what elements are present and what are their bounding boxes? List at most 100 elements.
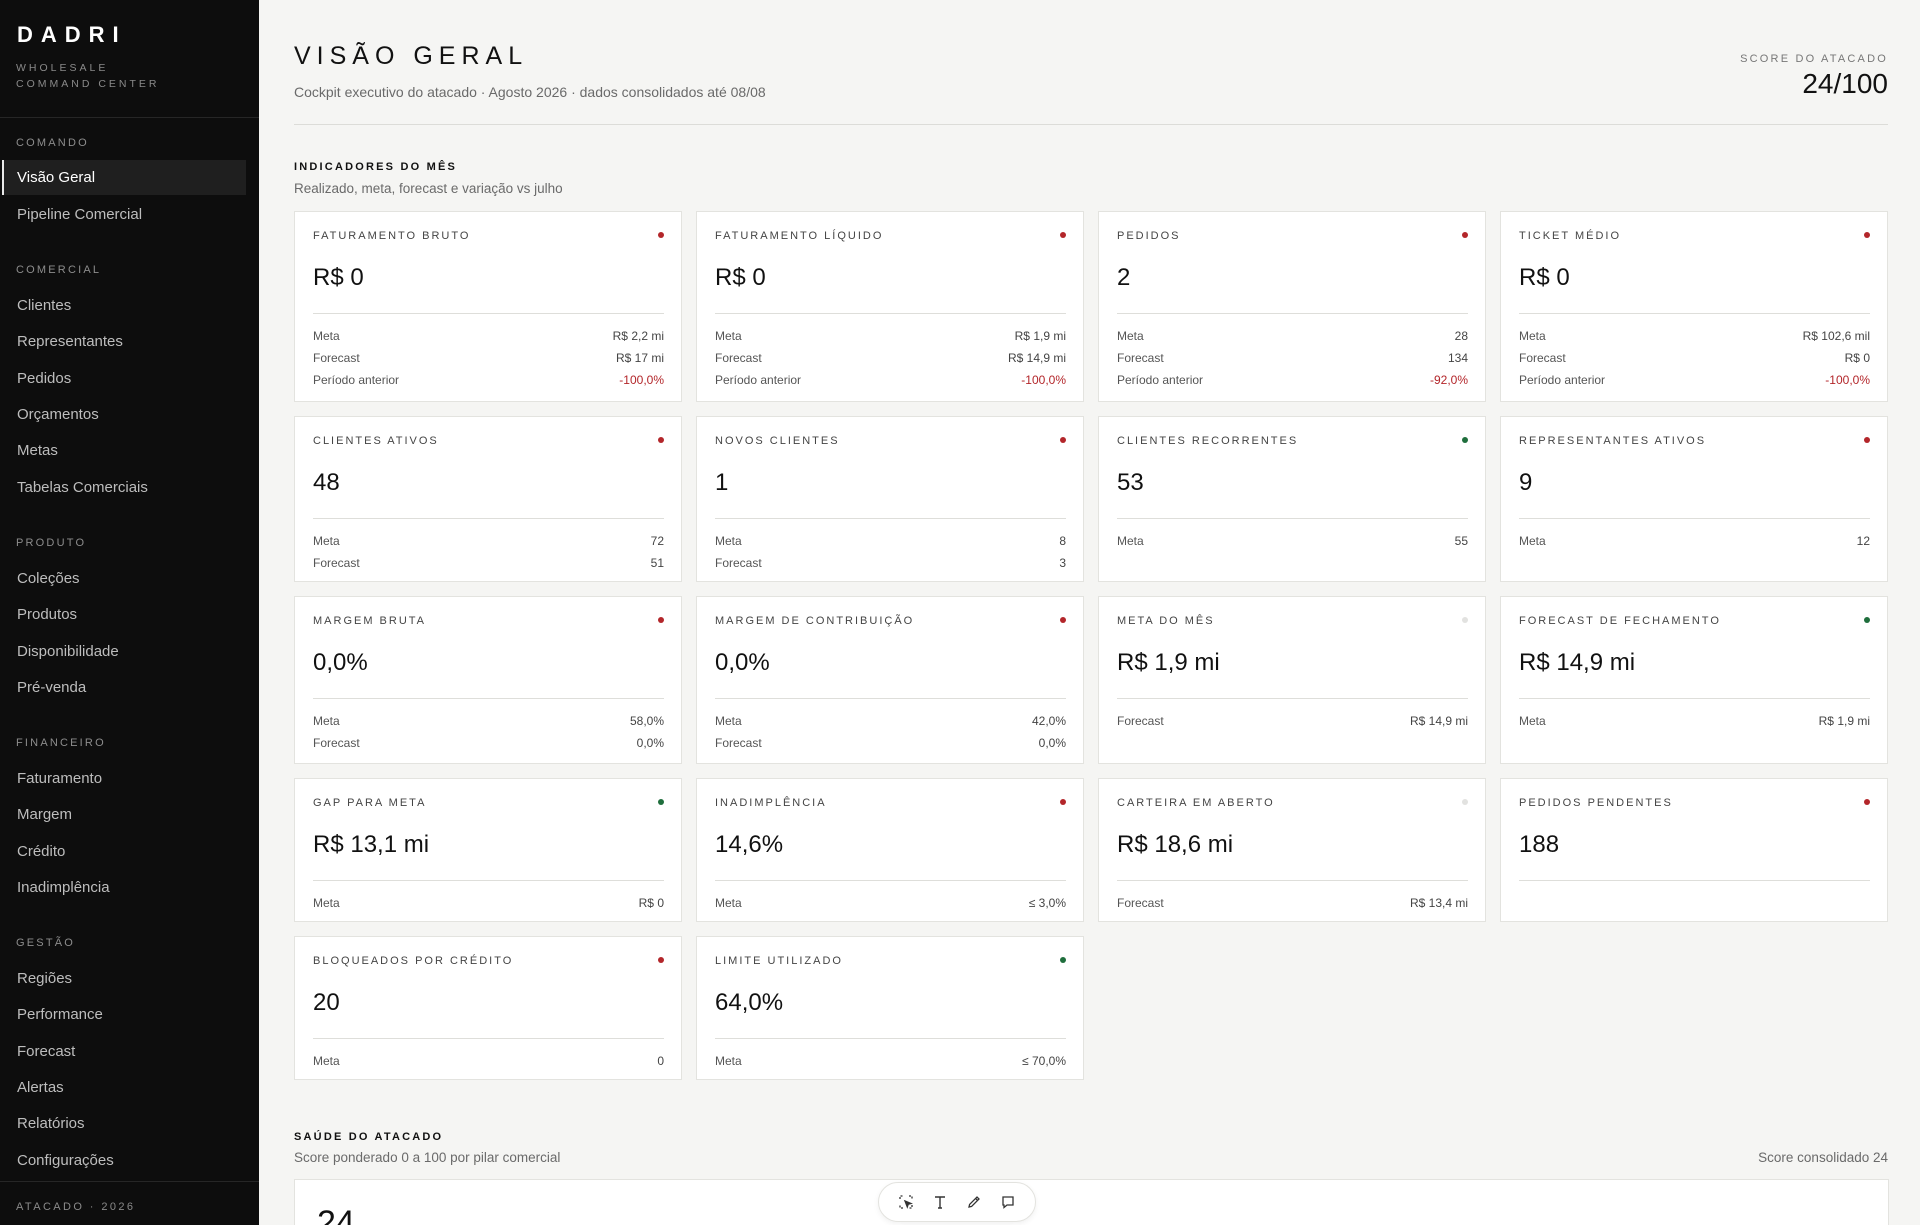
kpi-card[interactable]: TICKET MÉDIO R$ 0 Meta R$ 102,6 mil Forecast… <box>1500 211 1888 402</box>
kpi-card-row: Forecast 134 <box>1117 347 1468 369</box>
kpi-row-value: 51 <box>650 556 664 570</box>
status-dot-icon <box>658 957 664 963</box>
kpi-card[interactable]: REPRESENTANTES ATIVOS 9 Meta 12 <box>1500 416 1888 582</box>
nav-item-pre-venda[interactable]: Pré-venda <box>17 679 86 696</box>
nav-item-forecast[interactable]: Forecast <box>17 1043 75 1060</box>
nav-item-performance[interactable]: Performance <box>17 1006 103 1023</box>
kpi-card[interactable]: PEDIDOS PENDENTES 188 <box>1500 778 1888 922</box>
status-dot-icon <box>658 799 664 805</box>
kpi-card[interactable]: META DO MÊS R$ 1,9 mi Forecast R$ 14,9 mi <box>1098 596 1486 764</box>
kpi-card[interactable]: BLOQUEADOS POR CRÉDITO 20 Meta 0 <box>294 936 682 1080</box>
nav-item-pedidos[interactable]: Pedidos <box>17 370 71 387</box>
kpi-card-row: Meta 8 <box>715 530 1066 552</box>
kpi-row-value: -100,0% <box>1021 373 1066 387</box>
kpi-row-value: R$ 102,6 mil <box>1802 329 1870 343</box>
nav-item-credito[interactable]: Crédito <box>17 843 65 860</box>
kpi-card[interactable]: MARGEM DE CONTRIBUIÇÃO 0,0% Meta 42,0% Forec… <box>696 596 1084 764</box>
kpi-card[interactable]: FATURAMENTO BRUTO R$ 0 Meta R$ 2,2 mi Foreca… <box>294 211 682 402</box>
kpi-card-label: INADIMPLÊNCIA <box>715 797 827 809</box>
kpi-card-value: 0,0% <box>313 649 368 676</box>
kpi-row-value: 134 <box>1447 351 1468 365</box>
health-panel: 24 <box>294 1179 1889 1225</box>
kpi-card-label: PEDIDOS PENDENTES <box>1519 797 1673 809</box>
nav-item-regioes[interactable]: Regiões <box>17 970 72 987</box>
status-dot-icon <box>1864 617 1870 623</box>
kpi-card[interactable]: MARGEM BRUTA 0,0% Meta 58,0% Forecast 0,0% <box>294 596 682 764</box>
kpi-row-value: R$ 14,9 mi <box>1409 714 1468 728</box>
kpi-card[interactable]: CLIENTES RECORRENTES 53 Meta 55 <box>1098 416 1486 582</box>
brand-subtitle-line1: WHOLESALE <box>16 62 109 74</box>
kpi-card-divider <box>1117 518 1468 519</box>
indicators-subtitle: Realizado, meta, forecast e variação vs … <box>294 181 563 196</box>
nav-item-inadimplencia[interactable]: Inadimplência <box>17 879 110 896</box>
status-dot-icon <box>1864 437 1870 443</box>
nav-item-visao-geral[interactable]: Visão Geral <box>2 160 246 195</box>
kpi-card-row: Meta 42,0% <box>715 710 1066 732</box>
kpi-card[interactable]: GAP PARA META R$ 13,1 mi Meta R$ 0 <box>294 778 682 922</box>
header-divider <box>294 124 1888 125</box>
kpi-row-value: -92,0% <box>1429 373 1468 387</box>
kpi-row-label: Meta <box>1117 534 1144 548</box>
nav-item-colecoes[interactable]: Coleções <box>17 570 80 587</box>
status-dot-icon <box>1462 437 1468 443</box>
nav-item-metas[interactable]: Metas <box>17 442 58 459</box>
text-icon[interactable] <box>928 1190 952 1214</box>
sidebar: DADRI WHOLESALE COMMAND CENTER COMANDO V… <box>0 0 259 1225</box>
kpi-row-value: 42,0% <box>1031 714 1066 728</box>
nav-item-pipeline-comercial[interactable]: Pipeline Comercial <box>17 206 142 223</box>
kpi-card[interactable]: CARTEIRA EM ABERTO R$ 18,6 mi Forecast R$ 1… <box>1098 778 1486 922</box>
kpi-row-label: Forecast <box>1117 896 1164 910</box>
nav-item-orcamentos[interactable]: Orçamentos <box>17 406 99 423</box>
kpi-card-value: R$ 0 <box>313 264 364 291</box>
kpi-card-divider <box>1519 698 1870 699</box>
nav-item-tabelas-comerciais[interactable]: Tabelas Comerciais <box>17 479 148 496</box>
kpi-row-label: Meta <box>715 329 742 343</box>
kpi-card[interactable]: LIMITE UTILIZADO 64,0% Meta ≤ 70,0% <box>696 936 1084 1080</box>
kpi-row-label: Meta <box>715 714 742 728</box>
kpi-row-label: Meta <box>1519 714 1546 728</box>
kpi-card[interactable]: PEDIDOS 2 Meta 28 Forecast 134 Período anterio… <box>1098 211 1486 402</box>
kpi-card-label: CLIENTES ATIVOS <box>313 435 439 447</box>
status-dot-icon <box>1462 232 1468 238</box>
nav-section-financeiro: FINANCEIRO <box>16 737 106 749</box>
kpi-card[interactable]: FATURAMENTO LÍQUIDO R$ 0 Meta R$ 1,9 mi Fore… <box>696 211 1084 402</box>
kpi-row-label: Meta <box>313 714 340 728</box>
comment-icon[interactable] <box>996 1190 1020 1214</box>
kpi-row-value: 12 <box>1856 534 1870 548</box>
kpi-card-value: 20 <box>313 989 340 1016</box>
nav-item-representantes[interactable]: Representantes <box>17 333 123 350</box>
status-dot-icon <box>1060 232 1066 238</box>
select-icon[interactable] <box>894 1190 918 1214</box>
kpi-card-row: Meta R$ 1,9 mi <box>1519 710 1870 732</box>
kpi-card-divider <box>313 518 664 519</box>
kpi-card[interactable]: CLIENTES ATIVOS 48 Meta 72 Forecast 51 <box>294 416 682 582</box>
kpi-card-divider <box>1117 880 1468 881</box>
nav-item-disponibilidade[interactable]: Disponibilidade <box>17 643 119 660</box>
kpi-card-row: Meta 55 <box>1117 530 1468 552</box>
floating-toolbar <box>878 1182 1036 1222</box>
kpi-row-value: 0,0% <box>636 736 664 750</box>
kpi-card-label: FATURAMENTO BRUTO <box>313 230 471 242</box>
nav-item-alertas[interactable]: Alertas <box>17 1079 64 1096</box>
pen-icon[interactable] <box>962 1190 986 1214</box>
nav-item-margem[interactable]: Margem <box>17 806 72 823</box>
status-dot-icon <box>1462 799 1468 805</box>
kpi-row-value: 0,0% <box>1038 736 1066 750</box>
nav-item-produtos[interactable]: Produtos <box>17 606 77 623</box>
kpi-card-divider <box>715 1038 1066 1039</box>
kpi-card-divider <box>313 880 664 881</box>
kpi-row-label: Meta <box>313 329 340 343</box>
kpi-row-label: Forecast <box>313 736 360 750</box>
kpi-card[interactable]: INADIMPLÊNCIA 14,6% Meta ≤ 3,0% <box>696 778 1084 922</box>
nav-item-configuracoes[interactable]: Configurações <box>17 1152 114 1169</box>
nav-item-relatorios[interactable]: Relatórios <box>17 1115 85 1132</box>
brand-logo[interactable]: DADRI <box>17 22 127 48</box>
kpi-card[interactable]: FORECAST DE FECHAMENTO R$ 14,9 mi Meta R$ 1… <box>1500 596 1888 764</box>
nav-item-clientes[interactable]: Clientes <box>17 297 71 314</box>
kpi-row-label: Meta <box>313 896 340 910</box>
kpi-card[interactable]: NOVOS CLIENTES 1 Meta 8 Forecast 3 <box>696 416 1084 582</box>
score-label: SCORE DO ATACADO <box>1740 53 1888 65</box>
health-consolidated-score: Score consolidado 24 <box>1758 1150 1888 1165</box>
nav-item-faturamento[interactable]: Faturamento <box>17 770 102 787</box>
kpi-card-label: PEDIDOS <box>1117 230 1181 242</box>
